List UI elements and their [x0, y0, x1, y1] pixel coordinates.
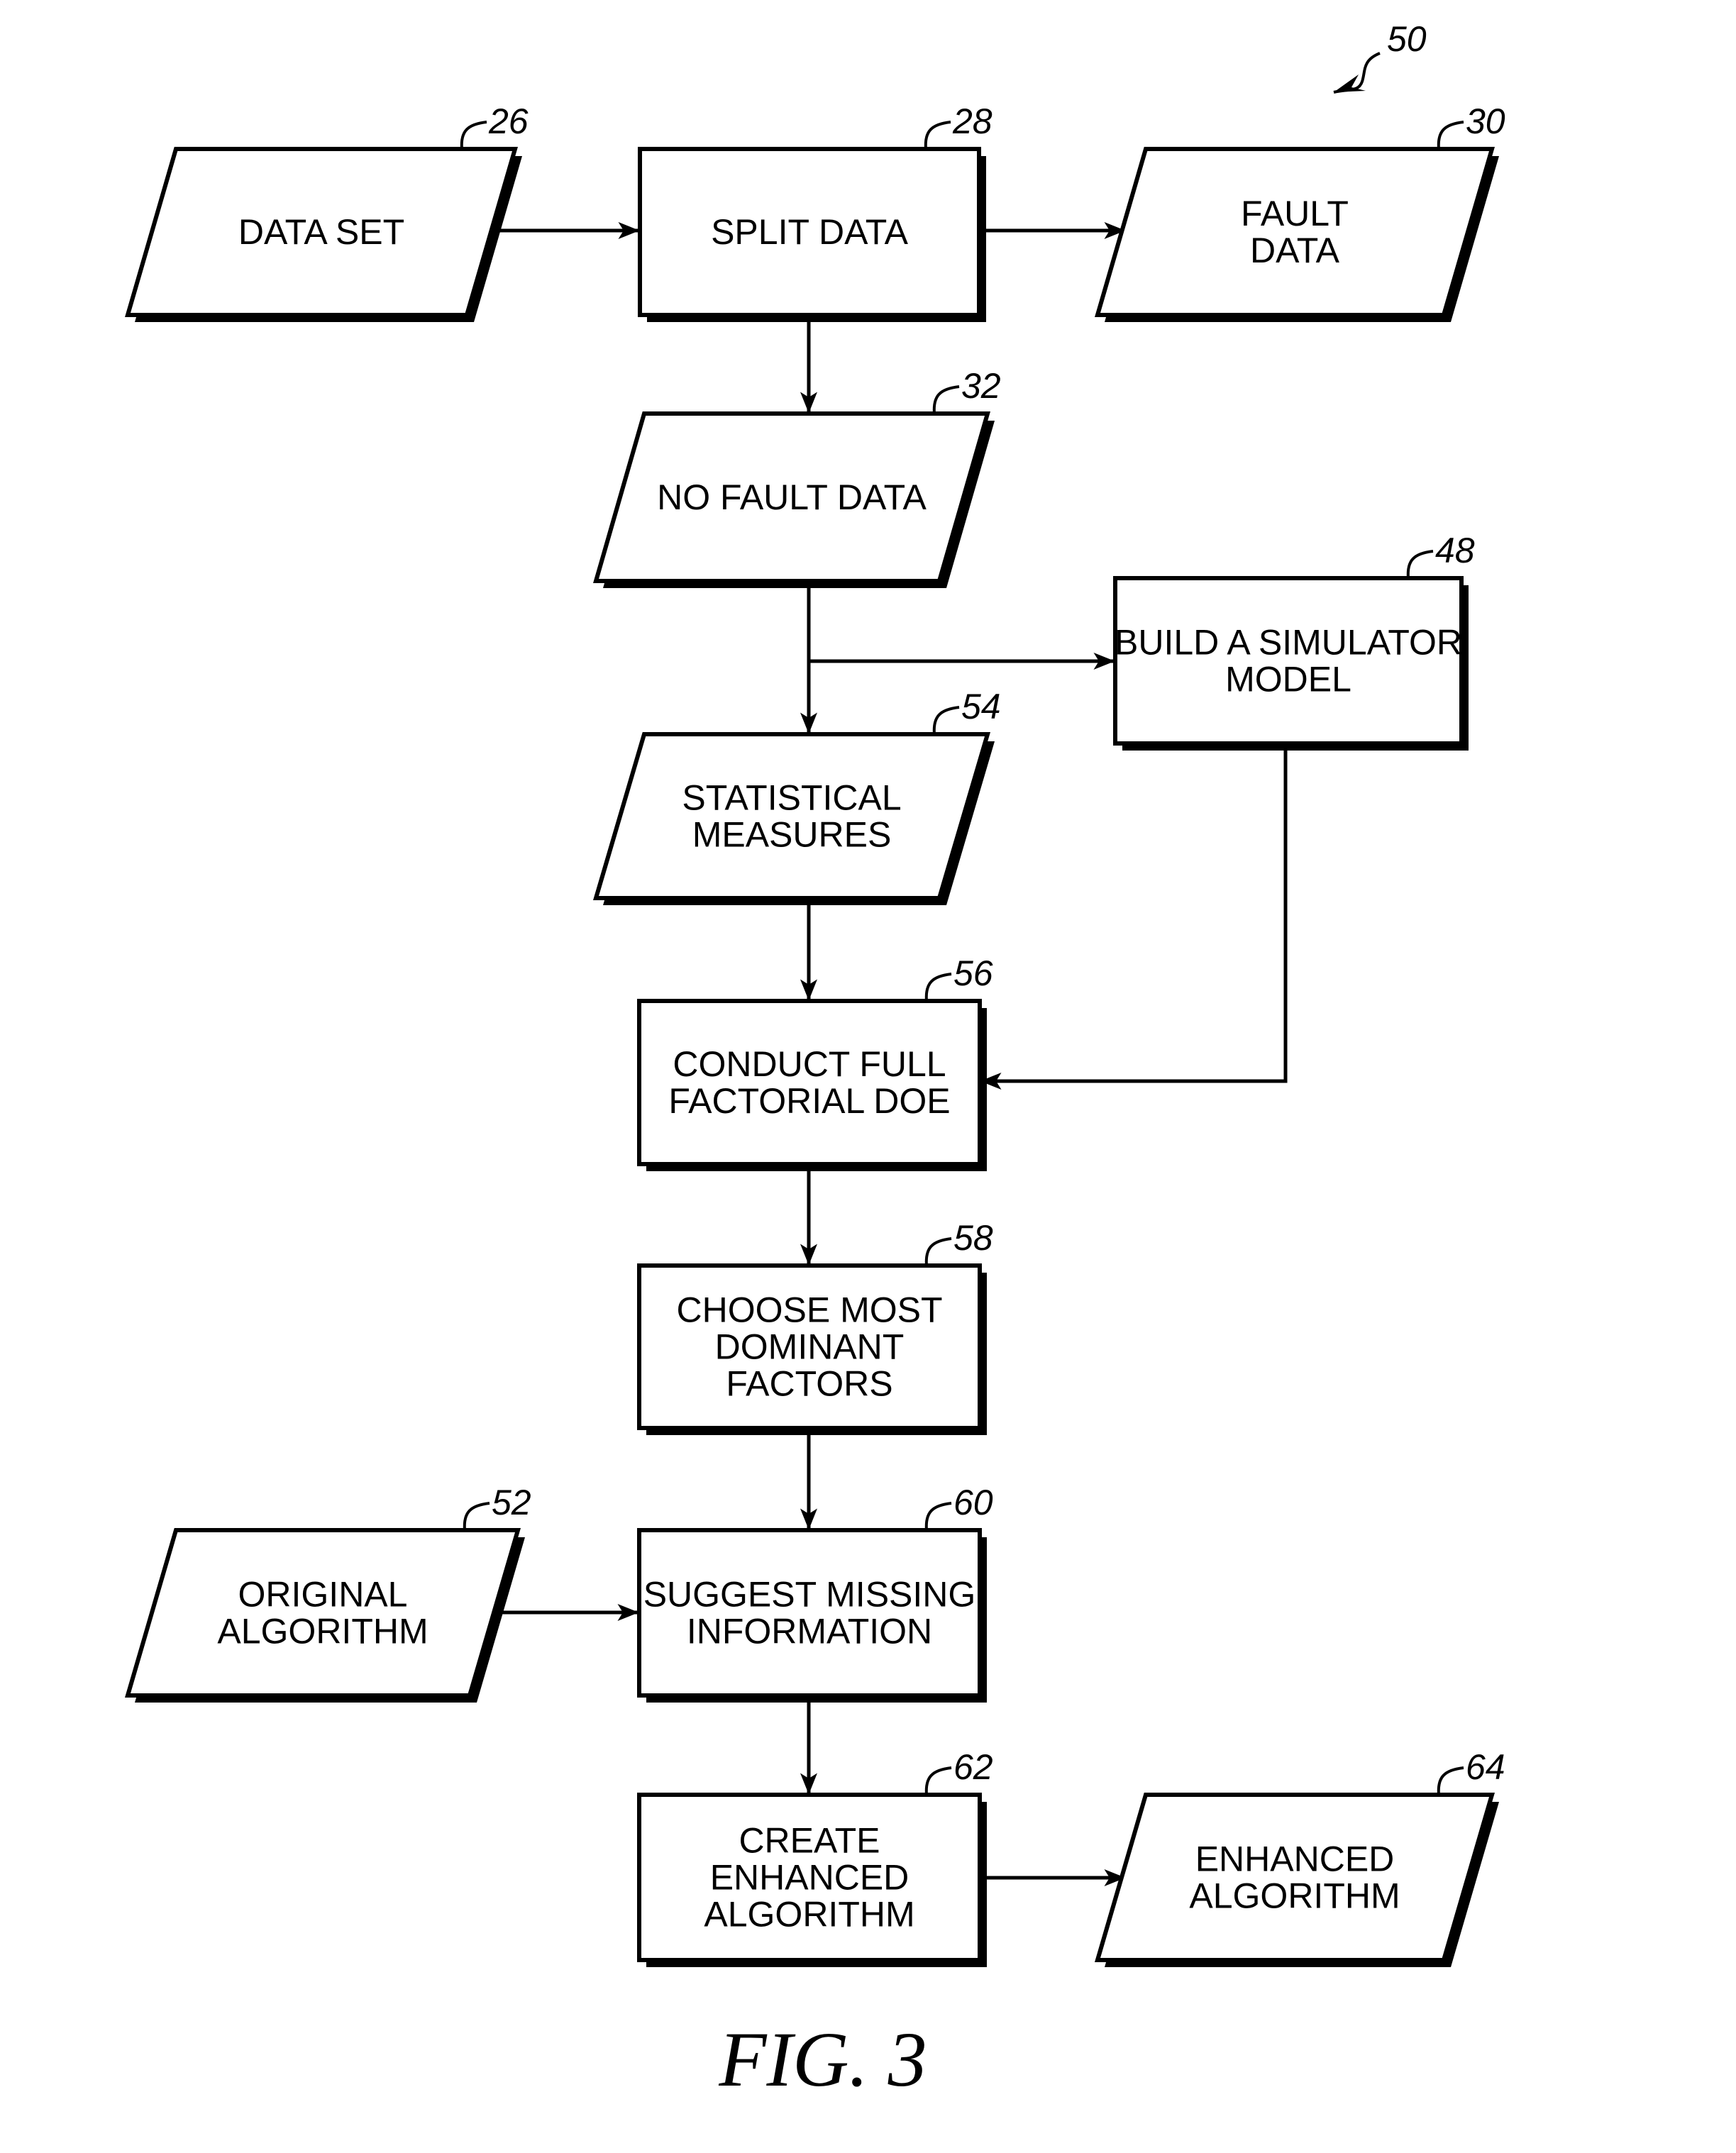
- reference-leader: [924, 1766, 952, 1795]
- node-suggest-missing-information: SUGGEST MISSINGINFORMATION 60: [637, 1483, 993, 1703]
- reference-leader: [932, 706, 960, 735]
- node-label-line: SPLIT DATA: [711, 212, 909, 252]
- node-label-line: ALGORITHM: [704, 1895, 914, 1935]
- reference-leader: [1437, 121, 1464, 150]
- reference-leader: [924, 121, 951, 150]
- nodes-layer: DATA SET 26 SPLIT DATA 28 FAULTDATA 30 NO FAUL…: [124, 101, 1505, 1967]
- node-label-line: DATA: [1250, 231, 1340, 270]
- reference-leader: [924, 973, 952, 1002]
- node-label-line: ENHANCED: [1195, 1839, 1395, 1879]
- node-choose-most-dominant-factors: CHOOSE MOSTDOMINANTFACTORS 58: [637, 1218, 993, 1435]
- reference-number: 52: [492, 1483, 531, 1522]
- node-label-line: DOMINANT: [715, 1327, 905, 1367]
- reference-number: 60: [953, 1483, 993, 1522]
- node-label-line: NO FAULT DATA: [657, 477, 927, 517]
- figure-reference: 50: [1333, 19, 1427, 94]
- node-enhanced-algorithm: ENHANCEDALGORITHM 64: [1094, 1747, 1505, 1967]
- reference-number: 32: [961, 366, 1001, 406]
- node-label-line: INFORMATION: [687, 1612, 932, 1651]
- reference-leader: [1406, 550, 1434, 579]
- node-fault-data: FAULTDATA 30: [1095, 101, 1505, 322]
- figure-reference-number: 50: [1387, 19, 1427, 59]
- node-statistical-measures: STATISTICALMEASURES 54: [592, 687, 1001, 905]
- reference-number: 64: [1466, 1747, 1505, 1787]
- reference-number: 56: [953, 953, 993, 993]
- node-data-set: DATA SET 26: [125, 101, 529, 322]
- node-label-line: DATA SET: [238, 212, 404, 252]
- node-label-line: BUILD A SIMULATOR: [1115, 623, 1462, 663]
- flowchart-diagram: DATA SET 26 SPLIT DATA 28 FAULTDATA 30 NO FAUL…: [124, 19, 1505, 2103]
- node-label-line: MODEL: [1225, 660, 1351, 699]
- reference-leader: [1437, 1766, 1464, 1795]
- reference-number: 54: [961, 687, 1001, 726]
- reference-leader: [460, 121, 487, 150]
- node-label-line: FACTORIAL DOE: [668, 1081, 950, 1121]
- node-split-data: SPLIT DATA 28: [638, 101, 993, 322]
- node-create-enhanced-algorithm: CREATEENHANCEDALGORITHM 62: [637, 1747, 993, 1967]
- node-label-line: ENHANCED: [710, 1858, 910, 1898]
- node-build-simulator-model: BUILD A SIMULATORMODEL 48: [1113, 531, 1475, 751]
- figure-caption: FIG. 3: [718, 2016, 927, 2103]
- node-label-line: FAULT: [1241, 194, 1349, 233]
- reference-number: 62: [953, 1747, 993, 1787]
- node-label-line: MEASURES: [692, 815, 892, 855]
- node-label-line: FACTORS: [726, 1364, 892, 1404]
- reference-number: 28: [952, 101, 993, 141]
- node-label-line: SUGGEST MISSING: [643, 1575, 976, 1615]
- reference-number: 48: [1435, 531, 1475, 570]
- node-label-line: ORIGINAL: [238, 1575, 408, 1615]
- node-no-fault-data: NO FAULT DATA 32: [593, 366, 1001, 588]
- node-conduct-full-factorial-doe: CONDUCT FULLFACTORIAL DOE 56: [637, 953, 993, 1171]
- reference-leader: [932, 385, 960, 414]
- node-label-line: ALGORITHM: [217, 1612, 428, 1651]
- node-label-line: CONDUCT FULL: [673, 1044, 946, 1084]
- figure-reference-squiggle: [1333, 52, 1381, 94]
- reference-number: 58: [953, 1218, 993, 1258]
- node-original-algorithm: ORIGINALALGORITHM 52: [124, 1483, 531, 1703]
- reference-leader: [924, 1502, 952, 1531]
- node-label-line: ALGORITHM: [1189, 1876, 1400, 1916]
- node-label-line: STATISTICAL: [682, 778, 901, 818]
- arrow-build-simulator-model-to-conduct-full-factorial-doe: [980, 743, 1288, 1090]
- reference-leader: [463, 1502, 490, 1531]
- node-label-line: CHOOSE MOST: [676, 1290, 942, 1330]
- reference-number: 30: [1466, 101, 1505, 141]
- reference-leader: [924, 1237, 952, 1266]
- reference-number: 26: [488, 101, 529, 141]
- node-label-line: CREATE: [739, 1821, 880, 1861]
